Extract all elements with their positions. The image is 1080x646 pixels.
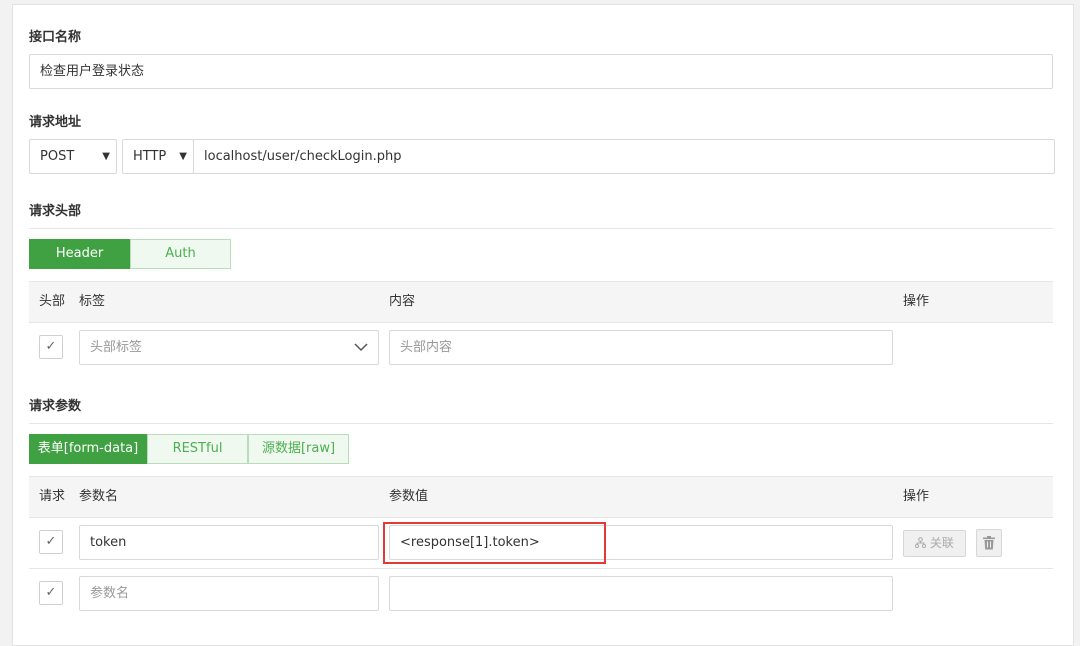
tab-restful[interactable]: RESTful — [147, 434, 248, 464]
request-headers-title: 请求头部 — [29, 204, 82, 219]
protocol-value: HTTP — [133, 149, 167, 164]
tab-form-data[interactable]: 表单[form-data] — [29, 434, 147, 464]
link-button-label: 关联 — [929, 536, 954, 550]
dropdown-caret-icon: ▼ — [179, 151, 187, 162]
highlight-box — [383, 522, 606, 564]
param-row-checkbox[interactable]: ✓ — [39, 530, 63, 554]
column-enabled: 请求 — [39, 489, 66, 504]
method-select[interactable]: POST ▼ — [29, 139, 117, 174]
check-icon: ✓ — [45, 585, 57, 600]
check-icon: ✓ — [45, 534, 57, 549]
param-name-input[interactable]: token — [79, 525, 379, 560]
request-params-title: 请求参数 — [29, 399, 82, 414]
header-content-input[interactable]: 头部内容 — [389, 330, 893, 365]
dropdown-caret-icon: ▼ — [102, 151, 110, 162]
divider — [29, 423, 1053, 424]
column-tag: 标签 — [79, 294, 106, 309]
params-table-head: 请求 参数名 参数值 操作 — [29, 476, 1053, 518]
tab-header[interactable]: Header — [29, 239, 130, 269]
header-tag-select[interactable]: 头部标签 — [79, 330, 379, 365]
header-table-head: 头部 标签 内容 操作 — [29, 281, 1053, 323]
column-enabled: 头部 — [39, 294, 66, 309]
link-button[interactable]: 关联 — [903, 530, 966, 557]
column-param-value: 参数值 — [389, 489, 429, 504]
header-tag-placeholder: 头部标签 — [90, 340, 143, 355]
url-input[interactable]: localhost/user/checkLogin.php — [193, 139, 1055, 174]
column-action: 操作 — [903, 489, 930, 504]
divider — [29, 228, 1053, 229]
column-param-name: 参数名 — [79, 489, 119, 504]
api-name-input[interactable]: 检查用户登录状态 — [29, 54, 1053, 89]
request-url-title: 请求地址 — [29, 115, 82, 130]
trash-icon — [983, 536, 995, 550]
sitemap-icon — [914, 537, 927, 549]
tab-raw[interactable]: 源数据[raw] — [248, 434, 349, 464]
column-action: 操作 — [903, 294, 930, 309]
api-name-title: 接口名称 — [29, 30, 82, 45]
protocol-select[interactable]: HTTP ▼ — [122, 139, 194, 174]
row-divider — [29, 568, 1053, 569]
param-value-input[interactable] — [389, 576, 893, 611]
method-value: POST — [40, 149, 75, 164]
delete-button[interactable] — [976, 529, 1002, 557]
chevron-down-icon — [354, 343, 368, 352]
param-row-checkbox[interactable]: ✓ — [39, 581, 63, 605]
header-row-checkbox[interactable]: ✓ — [39, 335, 63, 359]
param-name-input[interactable]: 参数名 — [79, 576, 379, 611]
tab-auth[interactable]: Auth — [130, 239, 231, 269]
column-content: 内容 — [389, 294, 416, 309]
check-icon: ✓ — [45, 339, 57, 354]
